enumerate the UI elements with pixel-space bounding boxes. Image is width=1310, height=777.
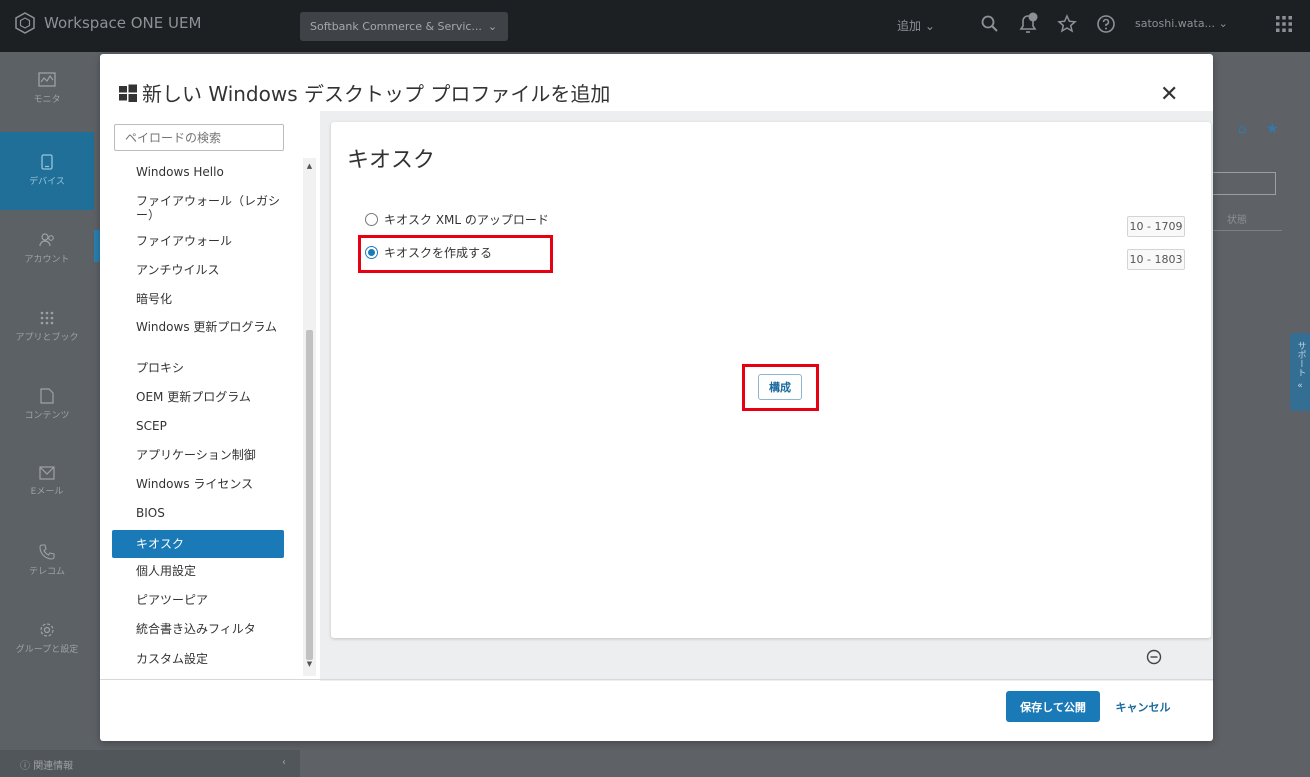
app-launcher-grid-icon[interactable] bbox=[1274, 14, 1294, 34]
nav-label: アプリとブック bbox=[15, 333, 79, 343]
nav-item-content[interactable]: コンテンツ bbox=[0, 388, 94, 450]
info-icon: ⓘ bbox=[20, 761, 30, 772]
payload-item[interactable]: 暗号化 bbox=[112, 292, 284, 306]
home-icon[interactable]: ⌂ bbox=[1238, 122, 1246, 137]
nav-label: グループと設定 bbox=[15, 645, 79, 655]
payload-item[interactable]: プロキシ bbox=[112, 361, 284, 375]
option-label: キオスクを作成する bbox=[384, 246, 493, 260]
nav-item-accounts[interactable]: アカウント bbox=[0, 232, 94, 294]
configure-button[interactable]: 構成 bbox=[758, 374, 802, 400]
nav-label: テレコム bbox=[28, 567, 65, 577]
chevron-down-icon: ⌄ bbox=[1218, 17, 1228, 30]
footer-divider bbox=[100, 679, 1213, 680]
payload-item[interactable]: Windows 更新プログラム bbox=[112, 320, 284, 334]
radio-button[interactable] bbox=[365, 213, 378, 226]
create-kiosk-option[interactable]: キオスクを作成する bbox=[365, 244, 492, 261]
save-and-publish-button[interactable]: 保存して公開 bbox=[1006, 691, 1100, 722]
payload-item[interactable]: ファイアウォール bbox=[112, 234, 284, 248]
payload-item[interactable]: SCEP bbox=[112, 419, 284, 433]
organization-name: Softbank Commerce & Servic... bbox=[310, 20, 482, 33]
payload-item-active[interactable]: キオスク bbox=[112, 530, 284, 558]
content-icon bbox=[40, 388, 54, 404]
payload-item[interactable]: 個人用設定 bbox=[112, 564, 284, 578]
app-logo[interactable]: Workspace ONE UEM bbox=[14, 12, 201, 34]
upload-kiosk-xml-option[interactable]: キオスク XML のアップロード bbox=[365, 211, 549, 228]
cancel-button[interactable]: キャンセル bbox=[1108, 691, 1178, 722]
user-menu[interactable]: satoshi.wata... ⌄ bbox=[1135, 17, 1228, 30]
payload-item[interactable]: アプリケーション制御 bbox=[112, 448, 284, 462]
radio-button-checked[interactable] bbox=[365, 246, 378, 259]
notification-bell-icon[interactable] bbox=[1016, 12, 1040, 36]
add-menu[interactable]: 追加 ⌄ bbox=[897, 17, 935, 34]
payload-search-input[interactable] bbox=[114, 124, 284, 151]
app-title: Workspace ONE UEM bbox=[44, 14, 202, 32]
help-icon[interactable] bbox=[1096, 14, 1116, 34]
close-icon[interactable]: ✕ bbox=[1160, 84, 1178, 106]
star-icon[interactable] bbox=[1057, 14, 1077, 34]
telecom-icon bbox=[39, 544, 55, 560]
modal-title-text: 新しい Windows デスクトップ プロファイルを追加 bbox=[142, 82, 611, 106]
add-menu-label: 追加 bbox=[897, 19, 922, 33]
version-badge: 10 - 1803 bbox=[1127, 249, 1185, 270]
top-header: Workspace ONE UEM Softbank Commerce & Se… bbox=[0, 0, 1310, 52]
divider bbox=[1212, 230, 1282, 231]
apps-icon bbox=[40, 311, 54, 325]
related-info-label: 関連情報 bbox=[33, 761, 74, 772]
payload-scrollbar[interactable]: ▲ ▼ bbox=[303, 158, 316, 676]
accounts-icon bbox=[39, 233, 54, 247]
chevron-down-icon: ⌄ bbox=[487, 20, 498, 33]
organization-dropdown[interactable]: Softbank Commerce & Servic... ⌄ bbox=[300, 12, 508, 41]
email-icon bbox=[39, 466, 55, 480]
payload-item[interactable]: ピアツーピア bbox=[112, 593, 284, 607]
nav-item-telecom[interactable]: テレコム bbox=[0, 544, 94, 606]
support-tab[interactable]: サポート « bbox=[1290, 333, 1310, 411]
payload-item[interactable]: Windows ライセンス bbox=[112, 477, 284, 491]
add-profile-modal: 新しい Windows デスクトップ プロファイルを追加 ✕ Windows H… bbox=[100, 54, 1213, 741]
settings-icon bbox=[40, 623, 54, 637]
scroll-up-arrow-icon[interactable]: ▲ bbox=[303, 162, 316, 170]
panel-title: キオスク bbox=[347, 148, 436, 173]
nav-item-apps-books[interactable]: アプリとブック bbox=[0, 310, 94, 372]
nav-item-groups-settings[interactable]: グループと設定 bbox=[0, 622, 94, 684]
payload-item[interactable]: ファイアウォール（レガシー） bbox=[112, 194, 284, 222]
version-badge: 10 - 1709 bbox=[1127, 216, 1185, 237]
payload-item[interactable]: アンチウイルス bbox=[112, 263, 284, 277]
nav-label: デバイス bbox=[29, 177, 65, 187]
related-info-bar[interactable]: ⓘ 関連情報 ‹ bbox=[0, 750, 300, 777]
left-navigation: モニタ デバイス アカウント アプリとブック コンテンツ Eメール テレコム グ… bbox=[0, 52, 94, 777]
payload-item[interactable]: OEM 更新プログラム bbox=[112, 390, 284, 404]
nav-label: モニタ bbox=[33, 95, 61, 105]
chevron-left-icon[interactable]: ‹ bbox=[282, 757, 286, 768]
scroll-down-arrow-icon[interactable]: ▼ bbox=[303, 660, 316, 668]
double-chevron-left-icon: « bbox=[1297, 381, 1303, 391]
nav-label: Eメール bbox=[30, 487, 64, 497]
payload-item[interactable]: 統合書き込みフィルタ bbox=[112, 622, 284, 636]
monitor-icon bbox=[38, 72, 56, 87]
payload-item[interactable]: Windows Hello bbox=[112, 165, 284, 179]
nav-item-monitor[interactable]: モニタ bbox=[0, 72, 94, 134]
kiosk-settings-panel: キオスク キオスク XML のアップロード 10 - 1709 キオスクを作成す… bbox=[331, 122, 1211, 638]
device-icon bbox=[41, 154, 53, 170]
nav-label: コンテンツ bbox=[24, 411, 70, 421]
nav-label: アカウント bbox=[24, 255, 70, 265]
payload-item[interactable]: カスタム設定 bbox=[112, 652, 284, 666]
windows-logo-icon bbox=[119, 84, 137, 102]
star-icon[interactable]: ★ bbox=[1266, 121, 1279, 137]
workspace-one-logo-icon bbox=[15, 12, 35, 34]
nav-item-devices[interactable]: デバイス bbox=[0, 132, 94, 210]
payload-list: Windows Hello ファイアウォール（レガシー） ファイアウォール アン… bbox=[112, 158, 287, 678]
background-filter-input[interactable] bbox=[1212, 172, 1276, 195]
modal-title: 新しい Windows デスクトップ プロファイルを追加 bbox=[118, 78, 610, 107]
status-column-header: 状態 bbox=[1227, 215, 1247, 226]
option-label: キオスク XML のアップロード bbox=[384, 213, 549, 227]
payload-item[interactable]: BIOS bbox=[112, 506, 284, 520]
support-label: サポート bbox=[1295, 341, 1306, 377]
user-name: satoshi.wata... bbox=[1135, 17, 1216, 30]
chevron-down-icon: ⌄ bbox=[924, 19, 935, 33]
nav-item-email[interactable]: Eメール bbox=[0, 466, 94, 528]
collapse-minus-icon[interactable] bbox=[1146, 649, 1162, 665]
scrollbar-thumb[interactable] bbox=[306, 330, 313, 660]
search-icon[interactable] bbox=[980, 14, 1000, 34]
